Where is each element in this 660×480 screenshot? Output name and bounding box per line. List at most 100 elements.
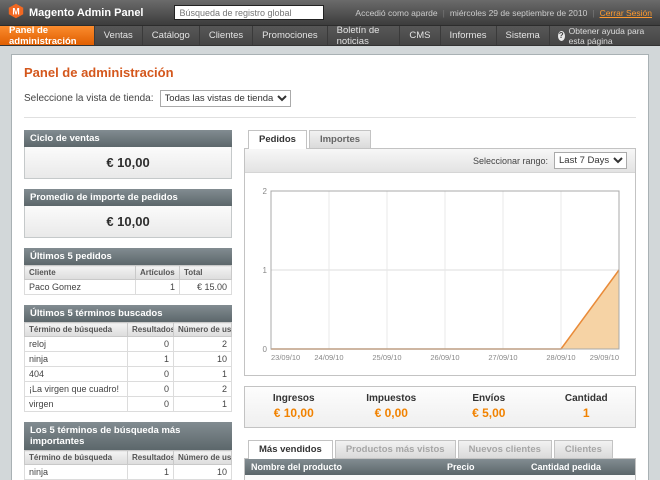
separator: | [592, 8, 594, 18]
svg-text:1: 1 [263, 266, 268, 275]
tab-new-customers[interactable]: Nuevos clientes [458, 440, 552, 458]
separator: | [443, 8, 445, 18]
nav-item-sales[interactable]: Ventas [95, 26, 143, 45]
stat-label: Impuestos [343, 393, 441, 404]
magento-logo-icon: M [8, 3, 24, 22]
table-row[interactable]: ninja 1 10 [25, 352, 232, 367]
search-results: 0 [128, 397, 174, 412]
range-select[interactable]: Last 7 Days [554, 152, 627, 169]
order-total: € 15.00 [180, 280, 232, 295]
search-results: 1 [128, 352, 174, 367]
column-header: Término de búsqueda [25, 323, 128, 337]
search-uses: 10 [174, 352, 232, 367]
lifetime-sales-value: € 10,00 [24, 147, 232, 179]
tab-bestsellers[interactable]: Más vendidos [248, 440, 333, 459]
lifetime-sales-title: Ciclo de ventas [24, 130, 232, 147]
column-header: Resultados [128, 323, 174, 337]
nav-item-system[interactable]: Sistema [497, 26, 550, 45]
search-results: 0 [128, 337, 174, 352]
tab-amounts[interactable]: Importes [309, 130, 371, 148]
last-orders-title: Últimos 5 pedidos [24, 248, 232, 265]
search-uses: 1 [174, 367, 232, 382]
stat-label: Ingresos [245, 393, 343, 404]
order-items: 1 [136, 280, 180, 295]
page-title: Panel de administración [24, 65, 636, 80]
column-header: Cliente [25, 266, 136, 280]
stat-value: € 5,00 [440, 406, 538, 420]
column-header: Nombre del producto [245, 459, 441, 475]
stat-tax: Impuestos € 0,00 [343, 393, 441, 420]
user-area: Accedió como aparde | miércoles 29 de se… [355, 8, 652, 18]
last-orders-table: Cliente Artículos Total Paco Gomez 1 € 1… [24, 265, 232, 295]
stat-value: € 10,00 [245, 406, 343, 420]
nav-item-cms[interactable]: CMS [400, 26, 440, 45]
table-row[interactable]: ¡La virgen que cuadro! 0 2 [25, 382, 232, 397]
range-label: Seleccionar rango: [473, 156, 548, 166]
stat-revenue: Ingresos € 10,00 [245, 393, 343, 420]
top-search-title: Los 5 términos de búsqueda más important… [24, 422, 232, 450]
store-switcher-select[interactable]: Todas las vistas de tienda [160, 90, 291, 107]
search-term: ¡La virgen que cuadro! [25, 382, 128, 397]
left-column: Ciclo de ventas € 10,00 Promedio de impo… [24, 130, 232, 480]
svg-text:0: 0 [263, 345, 268, 354]
search-term: 404 [25, 367, 128, 382]
search-results: 1 [128, 465, 174, 480]
lifetime-sales-panel: Ciclo de ventas € 10,00 [24, 130, 232, 179]
stat-label: Cantidad [538, 393, 636, 404]
nav-item-customers[interactable]: Clientes [200, 26, 253, 45]
column-header: Cantidad pedida [525, 459, 635, 475]
column-header: Artículos [136, 266, 180, 280]
search-uses: 1 [174, 397, 232, 412]
top-search-table: Término de búsqueda Resultados Número de… [24, 450, 232, 480]
page-help-link[interactable]: ? Obtener ayuda para esta página [550, 26, 660, 45]
last-search-table: Término de búsqueda Resultados Número de… [24, 322, 232, 412]
top-header: M Magento Admin Panel Accedió como apard… [0, 0, 660, 26]
column-header: Precio [441, 459, 525, 475]
nav-item-promotions[interactable]: Promociones [253, 26, 327, 45]
bestsellers-header: Nombre del producto Precio Cantidad pedi… [245, 459, 635, 475]
stat-quantity: Cantidad 1 [538, 393, 636, 420]
last-search-panel: Últimos 5 términos buscados Término de b… [24, 305, 232, 412]
table-row[interactable]: virgen 0 1 [25, 397, 232, 412]
column-header: Total [180, 266, 232, 280]
nav-item-dashboard[interactable]: Panel de administración [0, 26, 95, 45]
average-orders-panel: Promedio de importe de pedidos € 10,00 [24, 189, 232, 238]
table-row[interactable]: 404 0 1 [25, 367, 232, 382]
logout-link[interactable]: Cerrar Sesión [600, 8, 652, 18]
tab-customers[interactable]: Clientes [554, 440, 613, 458]
table-row[interactable]: reloj 0 2 [25, 337, 232, 352]
store-switcher-label: Seleccione la vista de tienda: [24, 93, 154, 104]
column-header: Número de usos [174, 451, 232, 465]
logged-in-as: Accedió como aparde [355, 8, 437, 18]
svg-text:27/09/10: 27/09/10 [488, 353, 517, 362]
tab-most-viewed[interactable]: Productos más vistos [335, 440, 456, 458]
stat-value: 1 [538, 406, 636, 420]
svg-text:23/09/10: 23/09/10 [271, 353, 300, 362]
search-results: 0 [128, 367, 174, 382]
nav-item-catalog[interactable]: Catálogo [143, 26, 200, 45]
table-row[interactable]: Paco Gomez 1 € 15.00 [25, 280, 232, 295]
main-nav: Panel de administración Ventas Catálogo … [0, 26, 660, 46]
svg-text:24/09/10: 24/09/10 [314, 353, 343, 362]
nav-item-newsletter[interactable]: Boletín de noticias [328, 26, 401, 45]
average-orders-value: € 10,00 [24, 206, 232, 238]
search-term: ninja [25, 465, 128, 480]
svg-text:29/09/10: 29/09/10 [590, 353, 619, 362]
stat-value: € 0,00 [343, 406, 441, 420]
tab-orders[interactable]: Pedidos [248, 130, 307, 149]
store-switcher: Seleccione la vista de tienda: Todas las… [24, 90, 636, 118]
search-term: virgen [25, 397, 128, 412]
order-customer: Paco Gomez [25, 280, 136, 295]
search-term: ninja [25, 352, 128, 367]
totals-bar: Ingresos € 10,00 Impuestos € 0,00 Envíos… [244, 386, 636, 428]
orders-chart-panel: Seleccionar rango: Last 7 Days 0 1 2 23/09/… [244, 148, 636, 376]
average-orders-title: Promedio de importe de pedidos [24, 189, 232, 206]
bestsellers-table: Nombre del producto Precio Cantidad pedi… [244, 458, 636, 480]
global-search-input[interactable] [174, 5, 324, 20]
table-row[interactable]: ninja 1 10 [25, 465, 232, 480]
nav-item-reports[interactable]: Informes [441, 26, 497, 45]
brand: M Magento Admin Panel [8, 3, 144, 22]
chart-area: 01223/09/1024/09/1025/09/1026/09/1027/09… [245, 173, 635, 375]
last-orders-panel: Últimos 5 pedidos Cliente Artículos Tota… [24, 248, 232, 295]
svg-text:2: 2 [263, 187, 268, 196]
